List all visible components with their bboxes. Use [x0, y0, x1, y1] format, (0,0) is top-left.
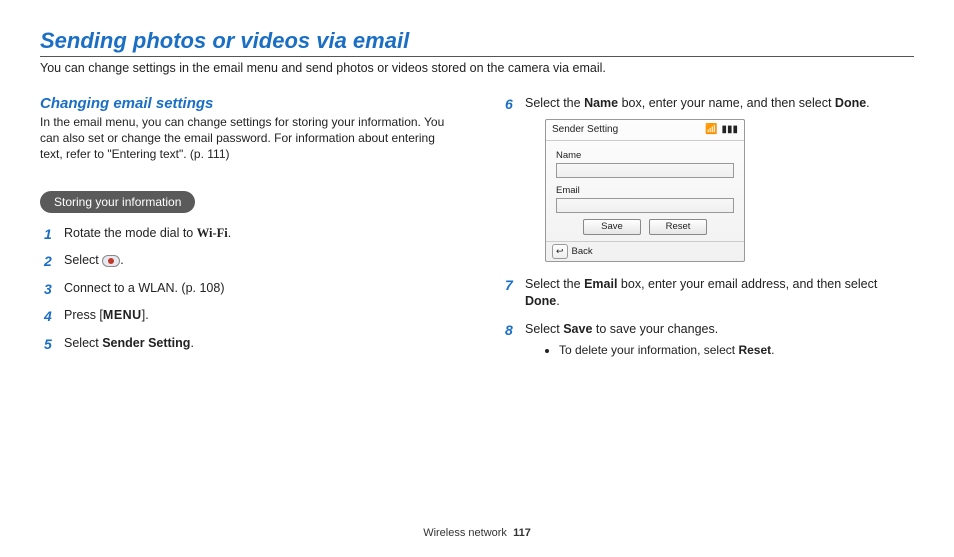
title-rule: [40, 56, 914, 57]
step-1-text-a: Rotate the mode dial to: [64, 226, 197, 240]
right-column: Select the Name box, enter your name, an…: [501, 95, 914, 369]
device-status: 📶 ▮▮▮: [705, 123, 738, 137]
step-8-bullet-b: .: [771, 343, 774, 357]
step-6: Select the Name box, enter your name, an…: [505, 95, 914, 262]
page-footer: Wireless network 117: [0, 527, 954, 539]
device-name-label: Name: [556, 149, 734, 162]
page-title: Sending photos or videos via email: [40, 28, 914, 54]
back-key-icon[interactable]: ↩: [552, 244, 568, 259]
step-7-email: Email: [584, 277, 617, 291]
step-5-text-b: .: [190, 336, 193, 350]
step-5-bold: Sender Setting: [102, 336, 190, 350]
step-4-text-b: ].: [142, 308, 149, 322]
step-7-c: .: [556, 294, 559, 308]
intro-text: You can change settings in the email men…: [40, 61, 914, 75]
step-1-text-b: .: [228, 226, 231, 240]
email-app-icon: [102, 255, 120, 267]
step-2: Select .: [44, 252, 453, 270]
footer-section: Wireless network: [423, 527, 507, 539]
changing-email-heading: Changing email settings: [40, 95, 453, 112]
device-title: Sender Setting: [552, 123, 618, 137]
step-6-done: Done: [835, 96, 866, 110]
device-name-input[interactable]: [556, 163, 734, 178]
step-8-a: Select: [525, 322, 563, 336]
device-reset-button[interactable]: Reset: [649, 219, 707, 235]
step-2-text-b: .: [120, 253, 123, 267]
step-8-b: to save your changes.: [592, 322, 718, 336]
step-5: Select Sender Setting.: [44, 335, 453, 353]
step-7: Select the Email box, enter your email a…: [505, 276, 914, 311]
device-email-label: Email: [556, 184, 734, 197]
left-column: Changing email settings In the email men…: [40, 95, 453, 369]
step-8: Select Save to save your changes. To del…: [505, 321, 914, 359]
step-8-bullet-reset: Reset: [738, 343, 771, 357]
storing-info-pill: Storing your information: [40, 191, 195, 213]
device-body: Name Email Save Reset: [546, 141, 744, 242]
step-5-text-a: Select: [64, 336, 102, 350]
step-6-c: .: [866, 96, 869, 110]
step-7-b: box, enter your email address, and then …: [617, 277, 877, 291]
device-save-button[interactable]: Save: [583, 219, 641, 235]
step-7-done: Done: [525, 294, 556, 308]
steps-list-right: Select the Name box, enter your name, an…: [501, 95, 914, 359]
step-6-name: Name: [584, 96, 618, 110]
wifi-icon: 📶: [705, 123, 717, 137]
device-email-input[interactable]: [556, 198, 734, 213]
device-button-row: Save Reset: [556, 219, 734, 235]
steps-list-left: Rotate the mode dial to Wi-Fi. Select . …: [40, 225, 453, 353]
device-footer: ↩ Back: [546, 241, 744, 261]
step-2-text-a: Select: [64, 253, 102, 267]
device-header: Sender Setting 📶 ▮▮▮: [546, 120, 744, 141]
step-8-sublist: To delete your information, select Reset…: [559, 342, 914, 359]
content-columns: Changing email settings In the email men…: [40, 95, 914, 369]
changing-email-para: In the email menu, you can change settin…: [40, 114, 453, 163]
step-6-b: box, enter your name, and then select: [618, 96, 835, 110]
step-8-save: Save: [563, 322, 592, 336]
step-3: Connect to a WLAN. (p. 108): [44, 280, 453, 298]
step-4-text-a: Press [: [64, 308, 103, 322]
wifi-glyph: Wi-Fi: [197, 226, 228, 240]
step-7-a: Select the: [525, 277, 584, 291]
footer-page-number: 117: [513, 527, 531, 539]
device-screenshot: Sender Setting 📶 ▮▮▮ Name Email Save: [545, 119, 745, 262]
step-8-bullet: To delete your information, select Reset…: [559, 342, 914, 359]
step-4: Press [MENU].: [44, 307, 453, 325]
step-8-bullet-a: To delete your information, select: [559, 343, 738, 357]
step-1: Rotate the mode dial to Wi-Fi.: [44, 225, 453, 243]
device-back-label: Back: [572, 245, 593, 258]
battery-icon: ▮▮▮: [721, 123, 738, 137]
step-6-a: Select the: [525, 96, 584, 110]
menu-glyph: MENU: [103, 308, 142, 322]
